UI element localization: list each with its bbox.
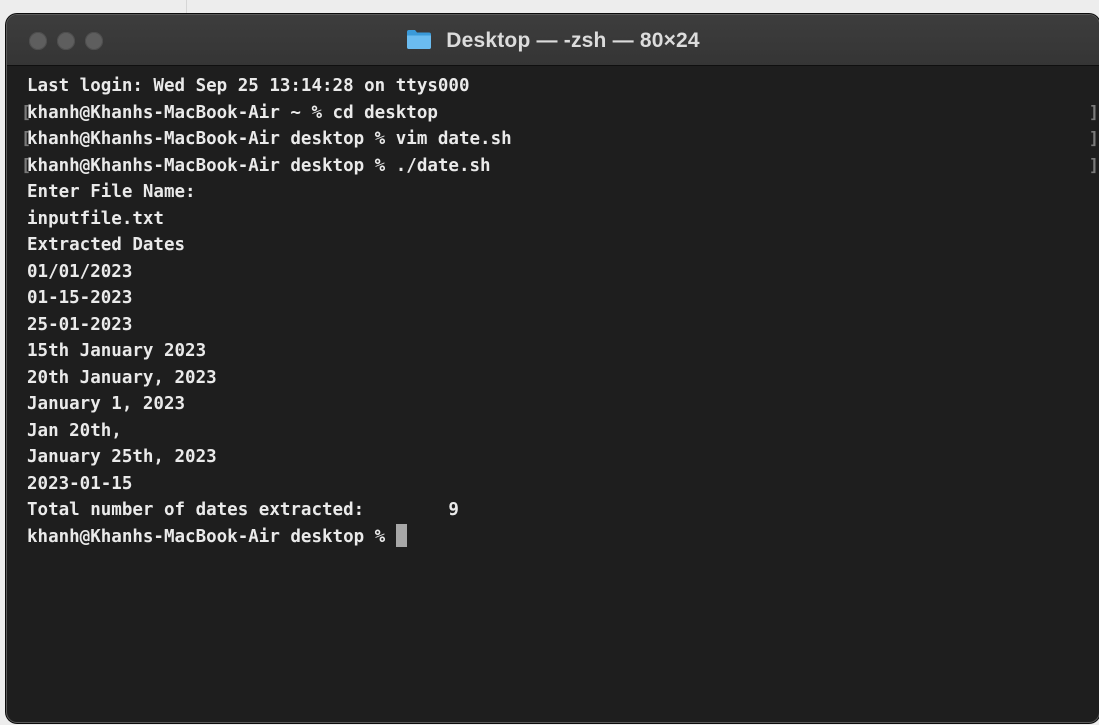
- terminal-line: 20th January, 2023: [27, 367, 217, 388]
- terminal-line: 01-15-2023: [27, 288, 133, 308]
- terminal-line: January 25th, 2023: [27, 447, 217, 467]
- terminal-line: January 1, 2023: [27, 394, 186, 414]
- window-title-group: Desktop — -zsh — 80×24: [7, 28, 1099, 56]
- terminal-line: inputfile.txt: [27, 208, 164, 229]
- mark-bracket-right: ]: [1088, 155, 1099, 176]
- terminal-line: Jan 20th,: [27, 420, 122, 441]
- terminal-line: Enter File Name:: [27, 182, 196, 202]
- mark-bracket-left: [: [21, 129, 32, 149]
- terminal-line: khanh@Khanhs-MacBook-Air desktop % ./dat…: [27, 155, 491, 176]
- mark-bracket-right: ]: [1088, 129, 1099, 149]
- terminal-line: Extracted Dates: [27, 235, 186, 255]
- window-title: Desktop — -zsh — 80×24: [446, 29, 700, 52]
- background-divider: [186, 0, 187, 14]
- terminal-line: Total number of dates extracted: 9: [27, 500, 459, 520]
- prompt-line: khanh@Khanhs-MacBook-Air desktop %: [27, 523, 1099, 551]
- terminal-line: khanh@Khanhs-MacBook-Air desktop % vim d…: [27, 129, 512, 149]
- terminal-line: khanh@Khanhs-MacBook-Air ~ % cd desktop: [27, 102, 438, 123]
- title-bar[interactable]: Desktop — -zsh — 80×24: [7, 15, 1099, 66]
- folder-icon: [406, 28, 432, 56]
- text-cursor: [395, 523, 407, 547]
- terminal-line: 01/01/2023: [27, 261, 133, 282]
- terminal-line: 2023-01-15: [27, 473, 133, 494]
- terminal-line: 25-01-2023: [27, 314, 133, 335]
- terminal-window[interactable]: Desktop — -zsh — 80×24 Last login: Wed S…: [6, 14, 1099, 723]
- terminal-line: 15th January 2023: [27, 341, 207, 361]
- mark-bracket-left: [: [21, 155, 32, 176]
- shell-prompt: khanh@Khanhs-MacBook-Air desktop %: [27, 526, 396, 547]
- terminal-line: Last login: Wed Sep 25 13:14:28 on ttys0…: [27, 76, 470, 96]
- terminal-output[interactable]: Last login: Wed Sep 25 13:14:28 on ttys0…: [21, 73, 1099, 551]
- mark-bracket-left: [: [21, 102, 32, 123]
- mark-bracket-right: ]: [1088, 102, 1099, 123]
